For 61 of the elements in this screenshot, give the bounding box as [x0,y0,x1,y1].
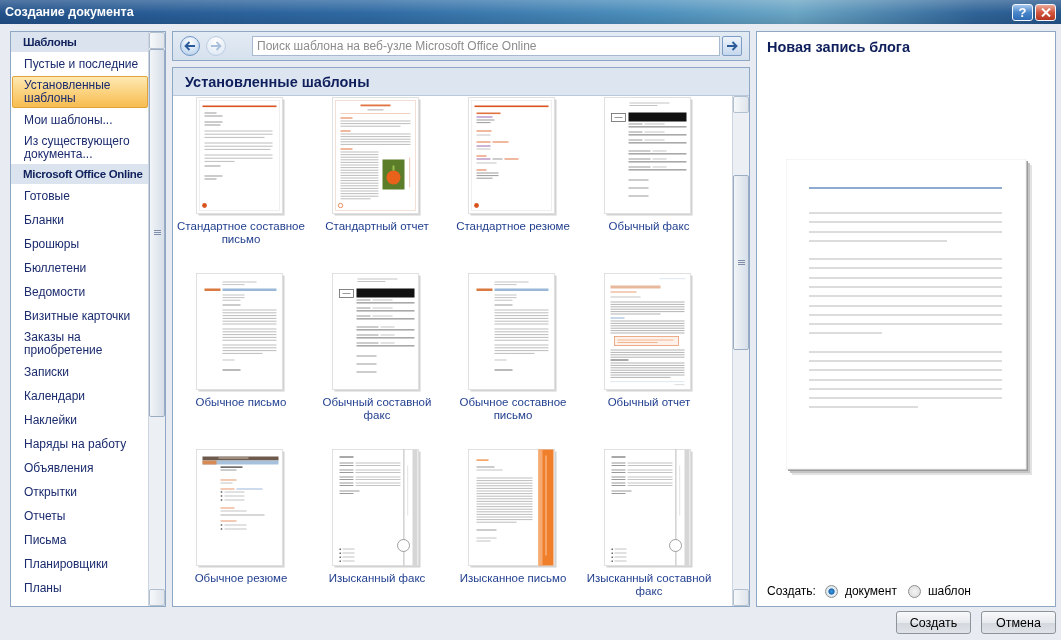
sidebar-item[interactable]: Заказы на приобретение [11,328,148,360]
close-icon [1040,7,1051,17]
sidebar-item[interactable]: Календари [11,384,148,408]
sidebar-item[interactable]: Бюллетени [11,256,148,280]
radio-button[interactable] [824,584,838,598]
search-go-button[interactable] [722,36,742,56]
sidebar-item[interactable]: Установленные шаблоны [12,76,148,108]
sidebar-item[interactable]: Готовые [11,184,148,208]
template-item[interactable]: Обычный факс [581,96,717,247]
templates-header: Установленные шаблоны [173,68,749,96]
preview-title: Новая запись блога [766,38,911,55]
scrollbar-thumb[interactable] [733,175,749,350]
arrow-right-icon [210,41,222,51]
sidebar-item[interactable]: Планы [11,576,148,600]
radio-label[interactable]: шаблон [927,584,971,598]
template-item[interactable]: Изысканный факс [309,448,445,599]
sidebar-item[interactable]: Визитные карточки [11,304,148,328]
sidebar-item[interactable]: Отчеты [11,504,148,528]
sidebar-item[interactable]: Планировщики [11,552,148,576]
back-button[interactable] [180,36,200,56]
template-item[interactable]: Стандартный отчет [309,96,445,247]
arrow-left-icon [184,41,196,51]
create-label: Создать: [767,584,816,598]
sidebar-item[interactable]: Письма [11,528,148,552]
sidebar-item[interactable]: Брошюры [11,232,148,256]
cancel-button[interactable]: Отмена [981,611,1056,634]
scrollbar-thumb[interactable] [149,49,165,417]
template-item[interactable]: Обычный отчет [581,272,717,423]
sidebar-item[interactable]: Наряды на работу [11,432,148,456]
sidebar-item[interactable]: Ведомости [11,280,148,304]
create-button[interactable]: Создать [896,611,971,634]
scroll-up-button[interactable] [149,32,165,49]
template-item[interactable]: Обычное резюме [173,448,309,599]
grip-icon [737,259,745,266]
template-item[interactable]: Обычное письмо [173,272,309,423]
sidebar-section-header: Шаблоны [11,32,148,52]
template-item[interactable]: Обычное составное письмо [445,272,581,423]
window-title: Создание документа [5,5,134,19]
scroll-down-button[interactable] [733,589,749,606]
template-item[interactable]: Стандартное резюме [445,96,581,247]
sidebar-item[interactable]: Мои шаблоны... [11,108,148,132]
radio-label[interactable]: документ [844,584,897,598]
template-item[interactable]: Обычный составной факс [309,272,445,423]
search-field[interactable]: Поиск шаблона на веб-узле Microsoft Office Online [252,36,720,56]
scroll-down-button[interactable] [149,589,165,606]
sidebar-item[interactable]: Открытки [11,480,148,504]
template-item[interactable]: Изысканное письмо [445,448,581,599]
sidebar-item[interactable]: Пустые и последние [11,52,148,76]
sidebar-section-header: Microsoft Office Online [11,164,148,184]
sidebar-item[interactable]: Наклейки [11,408,148,432]
sidebar-item[interactable]: Бланки [11,208,148,232]
template-item[interactable]: Стандартное составное письмо [173,96,309,247]
radio-button[interactable] [907,584,921,598]
arrow-right-icon [726,41,738,51]
grip-icon [153,230,161,236]
sidebar-item[interactable]: Записки [11,360,148,384]
template-item[interactable]: Изысканный составной факс [581,448,717,599]
scroll-up-button[interactable] [733,96,749,113]
sidebar-item[interactable]: Из существующего документа... [11,132,148,164]
close-button[interactable] [1035,3,1056,21]
sidebar-item[interactable]: Объявления [11,456,148,480]
